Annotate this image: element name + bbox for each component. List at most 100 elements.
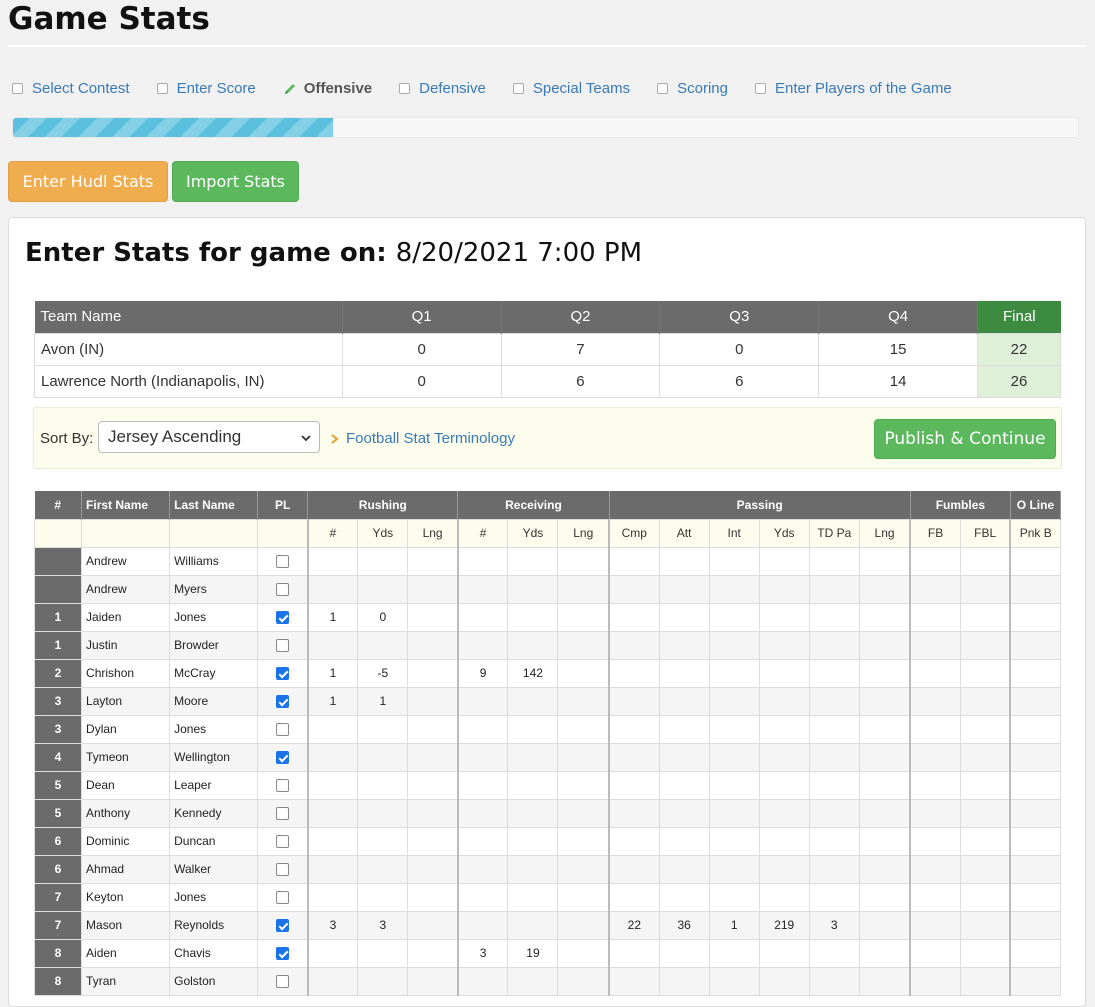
played-checkbox[interactable] [275, 891, 289, 905]
stat-input[interactable] [708, 574, 760, 604]
wizard-step[interactable]: Enter Score [156, 80, 256, 97]
stat-input[interactable] [858, 854, 911, 884]
stat-input[interactable] [456, 882, 509, 912]
played-checkbox[interactable] [275, 779, 289, 793]
stat-input[interactable] [306, 798, 359, 828]
stat-input[interactable] [557, 938, 610, 968]
played-checkbox[interactable] [275, 807, 289, 821]
stat-input[interactable] [557, 630, 610, 660]
stat-input[interactable] [758, 770, 810, 800]
import-stats-button[interactable]: Import Stats [172, 161, 299, 202]
stat-input[interactable] [708, 966, 760, 996]
stat-input[interactable] [456, 798, 509, 828]
stat-input[interactable] [909, 826, 961, 856]
stat-input[interactable] [708, 798, 760, 828]
stat-input[interactable] [507, 686, 559, 716]
stat-input[interactable] [658, 826, 710, 856]
stat-input[interactable] [708, 854, 760, 884]
stat-input[interactable] [557, 602, 610, 632]
stat-input[interactable] [306, 854, 359, 884]
stat-input[interactable]: 9 [456, 658, 509, 688]
stat-input[interactable] [407, 574, 459, 604]
step-checkbox[interactable] [512, 83, 524, 94]
stat-input[interactable] [608, 742, 660, 772]
stat-input[interactable] [557, 574, 610, 604]
played-checkbox[interactable] [275, 975, 289, 989]
stat-input[interactable] [507, 770, 559, 800]
stat-input[interactable] [507, 826, 559, 856]
stat-input[interactable] [959, 798, 1011, 828]
stat-input[interactable] [306, 574, 359, 604]
stat-input[interactable] [407, 882, 459, 912]
stat-input[interactable] [708, 630, 760, 660]
stat-input[interactable] [708, 546, 760, 576]
stat-input[interactable] [959, 770, 1011, 800]
played-checkbox[interactable] [275, 751, 289, 765]
stat-input[interactable] [808, 546, 860, 576]
stat-input[interactable] [306, 882, 359, 912]
stat-input[interactable] [858, 546, 911, 576]
stat-input[interactable] [306, 966, 359, 996]
stat-input[interactable] [1009, 910, 1062, 940]
stat-input[interactable] [557, 770, 610, 800]
stat-input[interactable] [909, 770, 961, 800]
stat-input[interactable] [959, 714, 1011, 744]
stat-input[interactable] [557, 714, 610, 744]
stat-input[interactable] [808, 966, 860, 996]
stat-input[interactable] [407, 546, 459, 576]
stat-input[interactable] [407, 938, 459, 968]
stat-input[interactable]: 1 [306, 686, 359, 716]
stat-input[interactable] [758, 882, 810, 912]
stat-input[interactable] [708, 658, 760, 688]
stat-input[interactable] [658, 938, 710, 968]
stat-input[interactable] [456, 546, 509, 576]
stat-input[interactable] [959, 546, 1011, 576]
stat-input[interactable] [456, 686, 509, 716]
stat-input[interactable] [758, 966, 810, 996]
stat-input[interactable] [959, 966, 1011, 996]
stat-input[interactable] [959, 882, 1011, 912]
stat-input[interactable] [306, 742, 359, 772]
stat-input[interactable] [708, 882, 760, 912]
stat-input[interactable] [557, 686, 610, 716]
stat-input[interactable] [858, 658, 911, 688]
stat-input[interactable] [959, 910, 1011, 940]
step-checkbox[interactable] [156, 83, 168, 94]
played-checkbox[interactable] [275, 863, 289, 877]
stat-input[interactable] [407, 910, 459, 940]
stat-input[interactable] [909, 574, 961, 604]
stat-input[interactable] [357, 826, 409, 856]
stat-input[interactable] [758, 854, 810, 884]
stat-input[interactable] [808, 882, 860, 912]
sort-select[interactable]: Jersey Ascending [98, 421, 320, 453]
stat-input[interactable] [357, 938, 409, 968]
stat-input[interactable] [858, 770, 911, 800]
stat-input[interactable] [658, 546, 710, 576]
stat-input[interactable] [758, 602, 810, 632]
stat-input[interactable] [858, 742, 911, 772]
stat-input[interactable] [858, 910, 911, 940]
stat-input[interactable] [507, 854, 559, 884]
stat-input[interactable] [608, 658, 660, 688]
stat-input[interactable] [808, 798, 860, 828]
step-checkbox[interactable] [657, 83, 669, 94]
stat-input[interactable]: 3 [456, 938, 509, 968]
stat-input[interactable] [1009, 630, 1062, 660]
stat-input[interactable] [1009, 546, 1062, 576]
stat-input[interactable] [507, 714, 559, 744]
stat-input[interactable] [858, 602, 911, 632]
stat-input[interactable] [357, 854, 409, 884]
stat-input[interactable]: 0 [357, 602, 409, 632]
stat-input[interactable] [608, 938, 660, 968]
stat-input[interactable] [858, 826, 911, 856]
stat-input[interactable] [909, 910, 961, 940]
stat-input[interactable] [608, 602, 660, 632]
played-checkbox[interactable] [275, 611, 289, 625]
stat-input[interactable] [708, 826, 760, 856]
stat-input[interactable]: 1 [306, 658, 359, 688]
stat-input[interactable] [407, 714, 459, 744]
stat-input[interactable] [306, 546, 359, 576]
stat-input[interactable] [858, 630, 911, 660]
stat-input[interactable] [858, 714, 911, 744]
stat-input[interactable] [357, 714, 409, 744]
